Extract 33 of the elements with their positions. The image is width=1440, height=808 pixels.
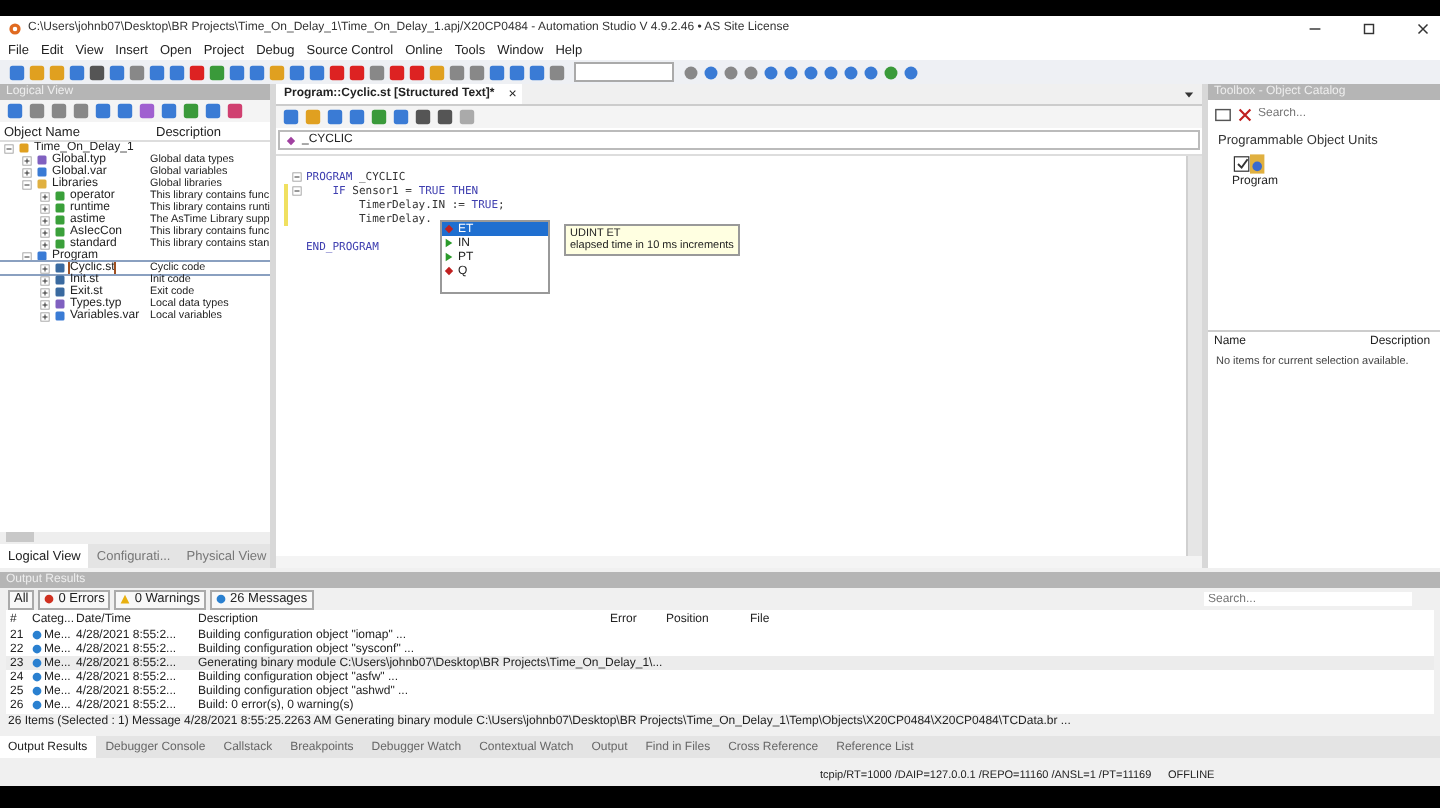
fold-marker-icon[interactable]: [292, 172, 302, 182]
expand-toggle-icon[interactable]: [40, 239, 50, 249]
tree-node-icon: [36, 250, 48, 262]
collapse-toggle-icon[interactable]: [22, 251, 32, 261]
status-icon: [216, 594, 226, 604]
expand-toggle-icon[interactable]: [40, 203, 50, 213]
expand-toggle-icon[interactable]: [40, 299, 50, 309]
collapse-toggle-icon[interactable]: [4, 143, 14, 153]
scrollbar-thumb[interactable]: [6, 532, 34, 542]
expand-toggle-icon[interactable]: [40, 215, 50, 225]
scrollbar[interactable]: [1186, 156, 1202, 556]
expand-toggle-icon[interactable]: [40, 263, 50, 273]
app-logo-icon: [8, 21, 22, 35]
restore-icon[interactable]: [1360, 19, 1378, 37]
clear-filter-icon[interactable]: [1236, 105, 1254, 123]
fold-marker-icon[interactable]: [292, 186, 302, 196]
section-icon: [286, 135, 296, 145]
tree-node-icon: [18, 142, 30, 154]
expand-toggle-icon[interactable]: [40, 191, 50, 201]
expand-toggle-icon[interactable]: [22, 155, 32, 165]
dropdown-arrow-icon[interactable]: [1184, 89, 1194, 99]
collapse-toggle-icon[interactable]: [22, 179, 32, 189]
expand-toggle-icon[interactable]: [40, 275, 50, 285]
expand-toggle-icon[interactable]: [22, 167, 32, 177]
expand-toggle-icon[interactable]: [40, 311, 50, 321]
view-options-icon[interactable]: [1214, 105, 1232, 123]
close-icon[interactable]: [1414, 19, 1432, 37]
expand-toggle-icon[interactable]: [40, 287, 50, 297]
status-icon: [120, 594, 131, 604]
status-icon: [44, 594, 55, 604]
expand-toggle-icon[interactable]: [40, 227, 50, 237]
program-icon: [1232, 152, 1268, 176]
combo-field[interactable]: [574, 62, 674, 82]
